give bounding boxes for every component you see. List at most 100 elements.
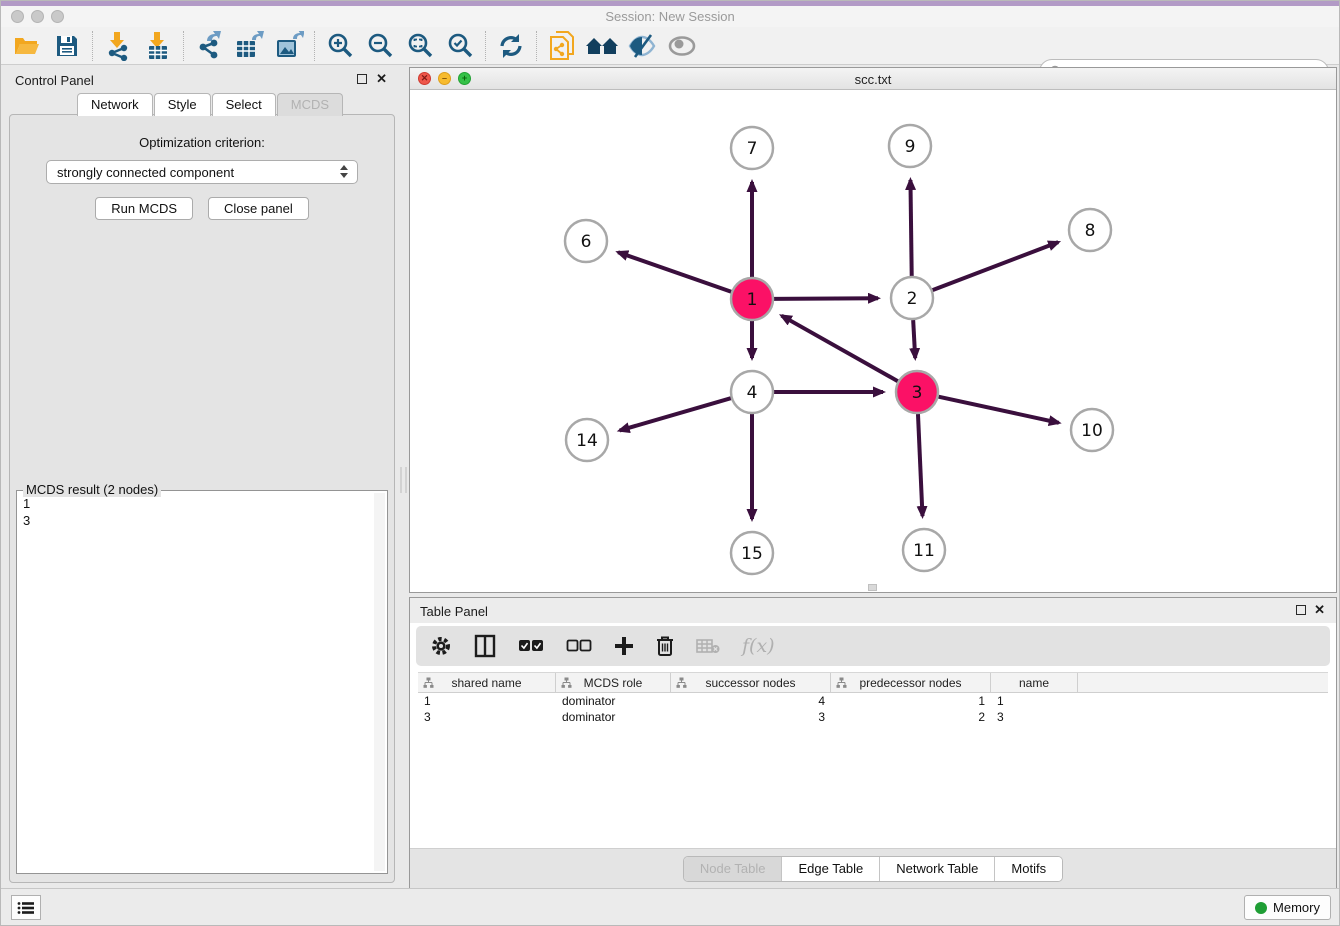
node-6[interactable]: 6 xyxy=(565,220,607,262)
network-overview-icon[interactable] xyxy=(542,29,582,63)
svg-text:4: 4 xyxy=(747,383,758,403)
table-tabs: Node TableEdge TableNetwork TableMotifs xyxy=(683,856,1063,882)
task-history-button[interactable] xyxy=(11,895,41,920)
table-row[interactable]: 1dominator411 xyxy=(418,693,1328,709)
mcds-tab-content: Optimization criterion: strongly connect… xyxy=(9,114,395,883)
network-window-titlebar[interactable]: ✕ – + scc.txt xyxy=(410,68,1336,90)
cell-shared-name[interactable]: 3 xyxy=(418,709,556,725)
node-14[interactable]: 14 xyxy=(566,419,608,461)
toolbar-separator xyxy=(536,31,537,61)
node-9[interactable]: 9 xyxy=(889,125,931,167)
table-panel-header: Table Panel ✕ xyxy=(410,598,1336,623)
delete-table-icon xyxy=(696,638,720,654)
home-icon[interactable] xyxy=(582,29,622,63)
tab-edge-table[interactable]: Edge Table xyxy=(781,857,879,881)
table-settings-gear-icon[interactable] xyxy=(430,635,452,657)
cell-shared-name[interactable]: 1 xyxy=(418,693,556,709)
edge-1-6[interactable] xyxy=(618,252,731,292)
zoom-selected-icon[interactable] xyxy=(440,29,480,63)
edge-3-10[interactable] xyxy=(938,397,1058,423)
cell-successor-nodes[interactable]: 4 xyxy=(671,693,831,709)
svg-text:6: 6 xyxy=(581,232,592,252)
zoom-fit-icon[interactable] xyxy=(400,29,440,63)
result-scrollbar[interactable] xyxy=(374,493,385,871)
tab-select[interactable]: Select xyxy=(212,93,276,116)
close-panel-icon[interactable]: ✕ xyxy=(376,71,387,87)
tab-mcds[interactable]: MCDS xyxy=(277,93,343,116)
control-panel-title: Control Panel xyxy=(5,67,399,88)
add-column-icon[interactable] xyxy=(614,636,634,656)
node-15[interactable]: 15 xyxy=(731,532,773,574)
node-2[interactable]: 2 xyxy=(891,277,933,319)
cell-successor-nodes[interactable]: 3 xyxy=(671,709,831,725)
column-header-predecessor-nodes[interactable]: predecessor nodes xyxy=(831,673,991,692)
network-canvas[interactable]: 1 2 3 4 6 7 8 9 10 11 14 15 xyxy=(410,90,1336,591)
svg-text:8: 8 xyxy=(1085,221,1096,241)
import-network-icon[interactable] xyxy=(98,29,138,63)
node-10[interactable]: 10 xyxy=(1071,409,1113,451)
open-session-icon[interactable] xyxy=(7,29,47,63)
cell-predecessor-nodes[interactable]: 1 xyxy=(831,693,991,709)
zoom-out-icon[interactable] xyxy=(360,29,400,63)
mcds-result-group: MCDS result (2 nodes) 1 3 xyxy=(16,490,388,874)
export-table-icon[interactable] xyxy=(229,29,269,63)
edge-2-9[interactable] xyxy=(910,180,911,276)
tab-motifs[interactable]: Motifs xyxy=(994,857,1062,881)
float-table-panel-icon[interactable] xyxy=(1296,605,1306,615)
save-session-icon[interactable] xyxy=(47,29,87,63)
close-table-panel-icon[interactable]: ✕ xyxy=(1314,602,1325,618)
export-image-icon[interactable] xyxy=(269,29,309,63)
run-mcds-button[interactable]: Run MCDS xyxy=(95,197,193,220)
cell-name[interactable]: 1 xyxy=(991,693,1078,709)
table-row[interactable]: 3dominator323 xyxy=(418,709,1328,725)
node-table-body: 1dominator4113dominator323 xyxy=(418,693,1328,725)
node-table: shared nameMCDS rolesuccessor nodesprede… xyxy=(418,672,1328,725)
deselect-all-columns-icon[interactable] xyxy=(566,639,592,653)
refresh-layout-icon[interactable] xyxy=(491,29,531,63)
node-11[interactable]: 11 xyxy=(903,529,945,571)
zoom-in-icon[interactable] xyxy=(320,29,360,63)
delete-column-icon[interactable] xyxy=(656,635,674,657)
edge-2-3[interactable] xyxy=(913,320,915,358)
node-table-header: shared nameMCDS rolesuccessor nodesprede… xyxy=(418,672,1328,693)
edge-1-2[interactable] xyxy=(774,298,878,299)
node-7[interactable]: 7 xyxy=(731,127,773,169)
column-view-icon[interactable] xyxy=(474,634,496,658)
select-all-columns-icon[interactable] xyxy=(518,639,544,653)
tab-node-table[interactable]: Node Table xyxy=(684,857,782,881)
edge-3-1[interactable] xyxy=(782,316,898,382)
column-header-name[interactable]: name xyxy=(991,673,1078,692)
node-8[interactable]: 8 xyxy=(1069,209,1111,251)
show-graphics-eye-icon[interactable] xyxy=(662,29,702,63)
tab-style[interactable]: Style xyxy=(154,93,211,116)
edge-3-11[interactable] xyxy=(918,414,923,516)
svg-text:11: 11 xyxy=(913,541,935,561)
toolbar-separator xyxy=(92,31,93,61)
hide-details-icon[interactable] xyxy=(622,29,662,63)
memory-button[interactable]: Memory xyxy=(1244,895,1331,920)
optimization-criterion-select[interactable]: strongly connected component xyxy=(46,160,358,184)
node-3[interactable]: 3 xyxy=(896,371,938,413)
float-panel-icon[interactable] xyxy=(357,74,367,84)
horizontal-splitter-thumb[interactable] xyxy=(868,584,877,591)
cell-MCDS-role[interactable]: dominator xyxy=(556,709,671,725)
edge-4-14[interactable] xyxy=(620,398,731,430)
node-4[interactable]: 4 xyxy=(731,371,773,413)
vertical-splitter-handle[interactable] xyxy=(400,467,407,493)
mcds-result-text[interactable]: 1 3 xyxy=(19,495,371,871)
cell-name[interactable]: 3 xyxy=(991,709,1078,725)
import-table-icon[interactable] xyxy=(138,29,178,63)
edge-2-8[interactable] xyxy=(933,242,1059,290)
tab-network[interactable]: Network xyxy=(77,93,153,116)
column-header-shared-name[interactable]: shared name xyxy=(418,673,556,692)
export-network-icon[interactable] xyxy=(189,29,229,63)
column-header-MCDS-role[interactable]: MCDS role xyxy=(556,673,671,692)
tab-network-table[interactable]: Network Table xyxy=(879,857,994,881)
close-panel-button[interactable]: Close panel xyxy=(208,197,309,220)
network-window-title: scc.txt xyxy=(410,72,1336,87)
cell-predecessor-nodes[interactable]: 2 xyxy=(831,709,991,725)
cell-MCDS-role[interactable]: dominator xyxy=(556,693,671,709)
column-header-successor-nodes[interactable]: successor nodes xyxy=(671,673,831,692)
node-1[interactable]: 1 xyxy=(731,278,773,320)
svg-text:1: 1 xyxy=(747,290,758,310)
